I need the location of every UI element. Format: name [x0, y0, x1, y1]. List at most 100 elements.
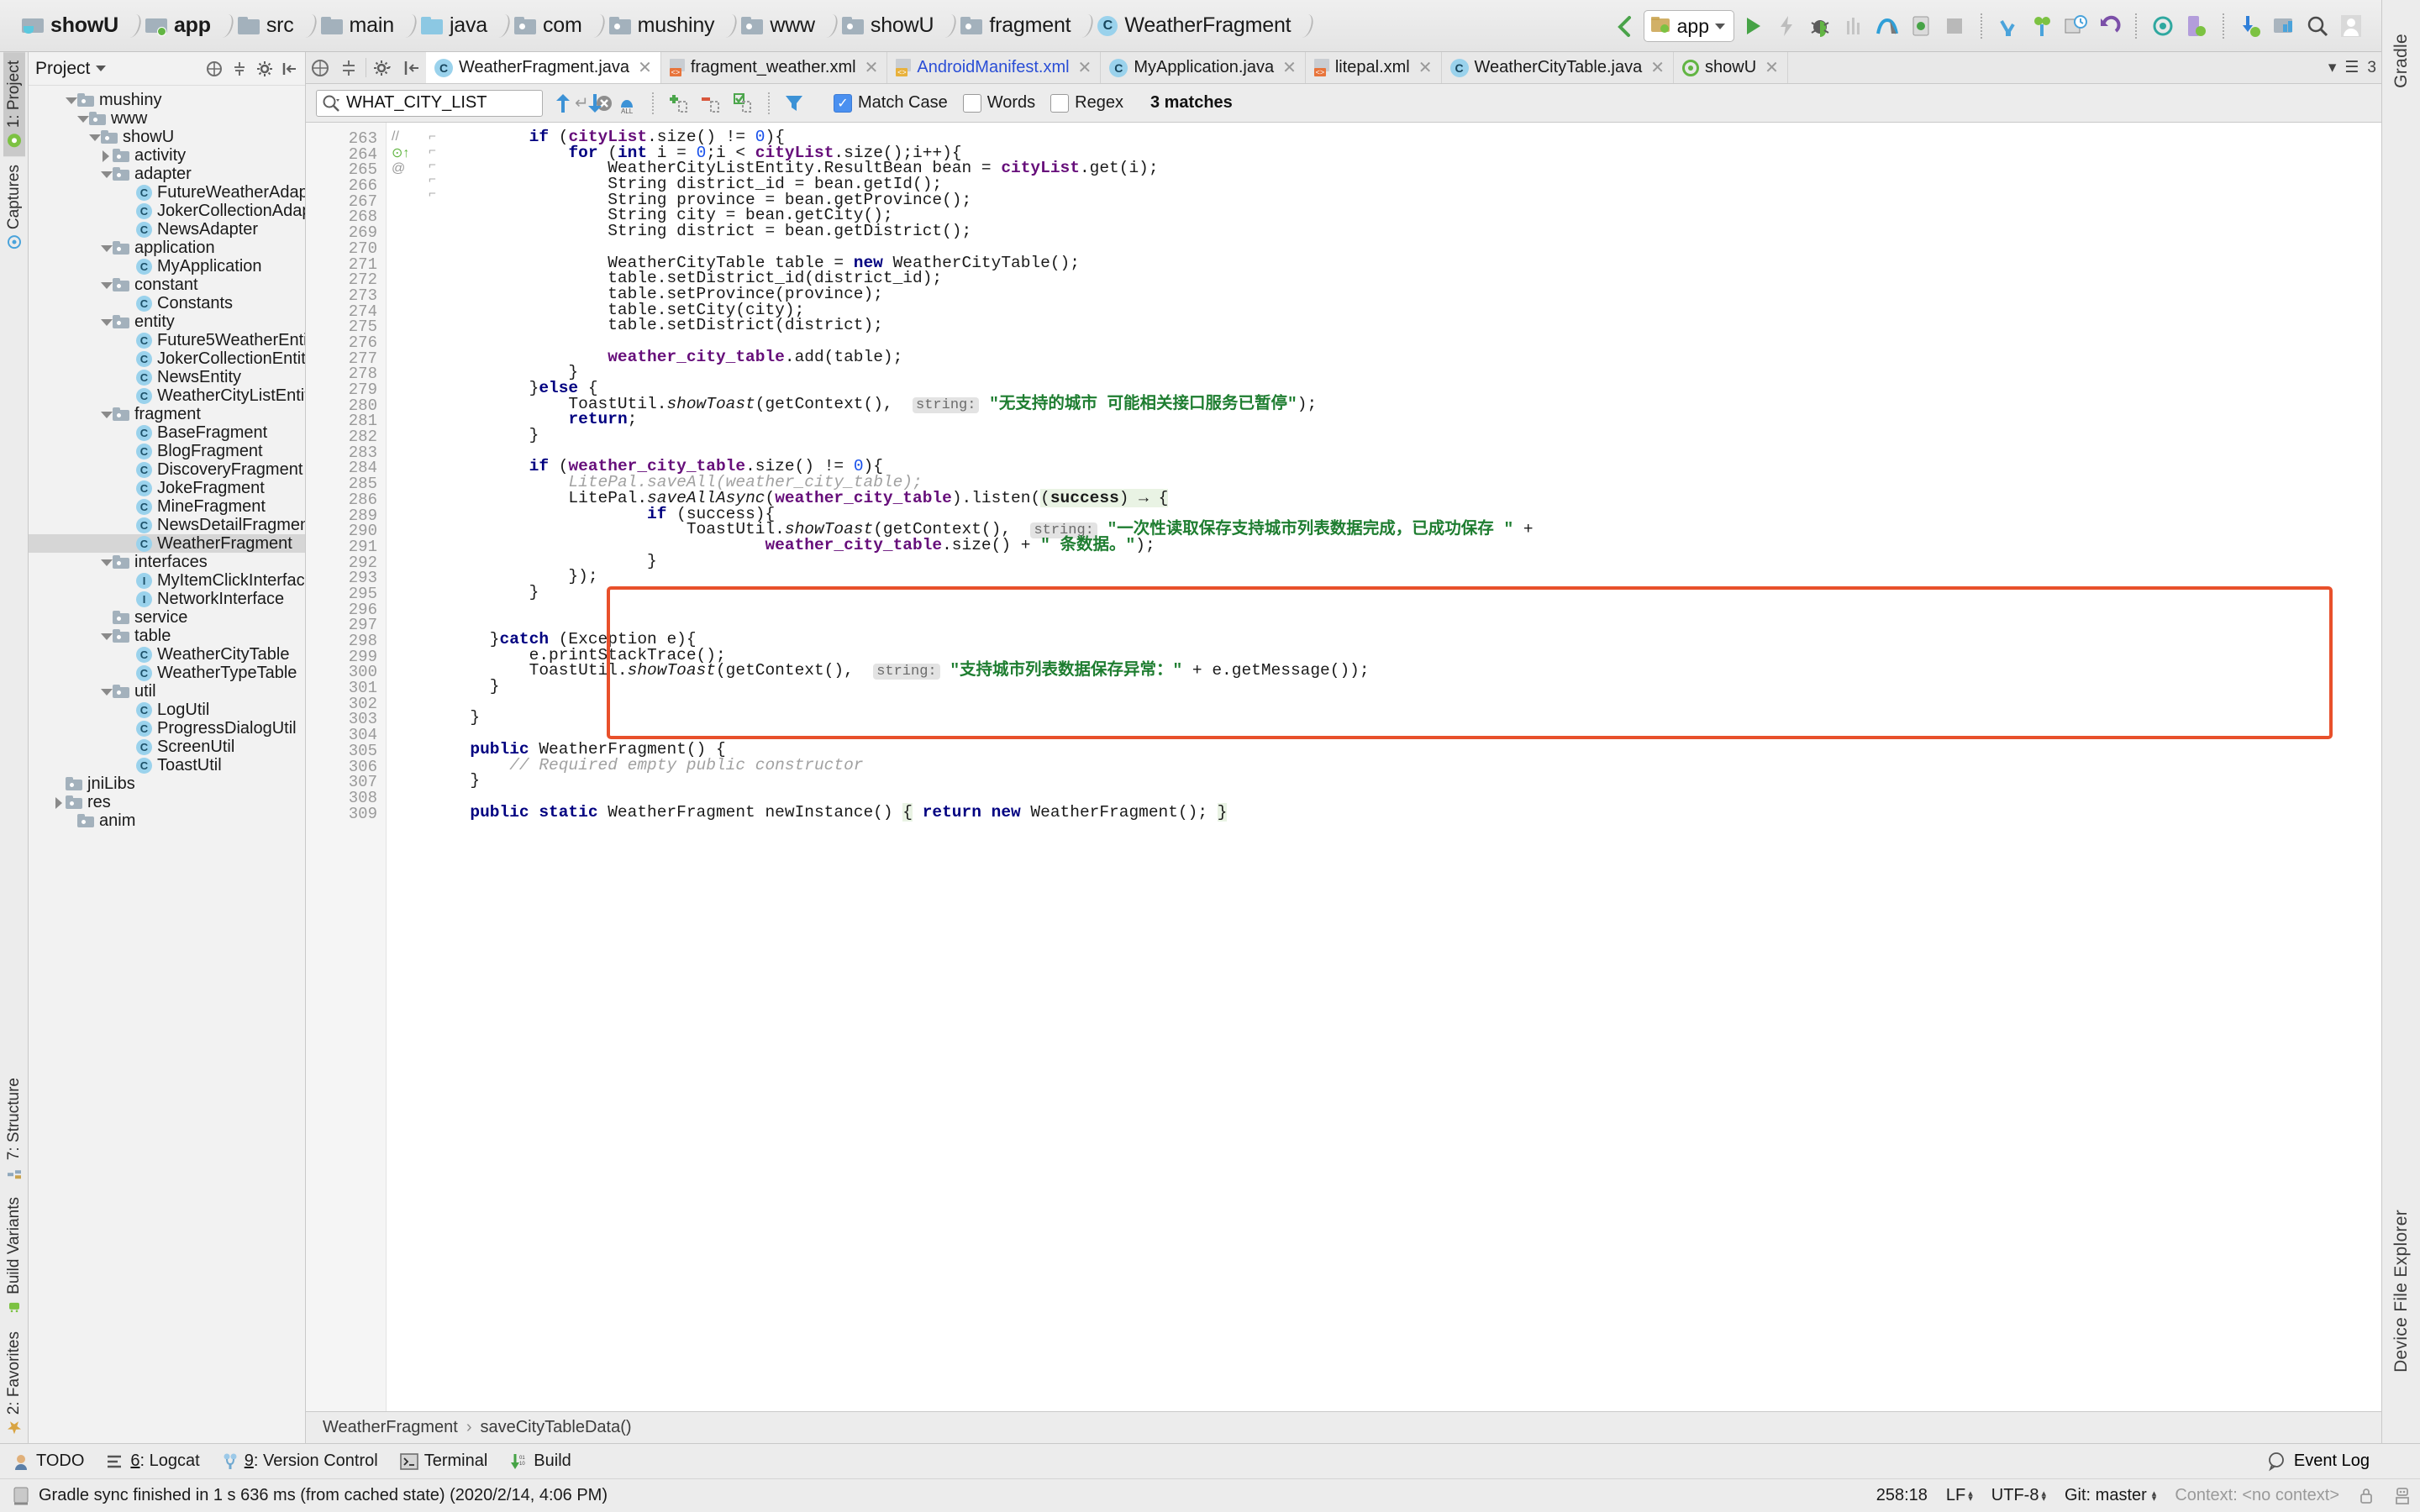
tree-item-toastutil[interactable]: C ToastUtil: [29, 756, 305, 774]
fold-marker[interactable]: ⌐: [429, 172, 447, 186]
lock-icon[interactable]: [2358, 1487, 2375, 1505]
tree-item-networkinterface[interactable]: I NetworkInterface: [29, 590, 305, 608]
code-line[interactable]: }: [447, 427, 2400, 444]
match-case-checkbox[interactable]: ✓: [834, 93, 852, 113]
code-line[interactable]: weather_city_table.size() + " 条数据。");: [447, 537, 2400, 554]
tree-item-blogfragment[interactable]: C BlogFragment: [29, 442, 305, 460]
regex-checkbox[interactable]: [1050, 93, 1070, 113]
tree-item-activity[interactable]: activity: [29, 146, 305, 165]
tree-item-jokercollectionadapter[interactable]: C JokerCollectionAdapter: [29, 202, 305, 220]
code-line[interactable]: // Required empty public constructor: [447, 757, 2400, 774]
chevron-down-icon[interactable]: [99, 167, 113, 181]
code-line[interactable]: }: [447, 710, 2400, 726]
code-line[interactable]: }: [447, 773, 2400, 789]
editor-breadcrumb-item-1[interactable]: saveCityTableData(): [480, 1418, 631, 1437]
sdk-manager-icon[interactable]: [2027, 11, 2057, 41]
tree-item-application[interactable]: application: [29, 239, 305, 257]
override-marker-icon[interactable]: @: [392, 161, 405, 176]
spinner-icon-3[interactable]: ▴ ▾: [2152, 1488, 2157, 1503]
close-icon[interactable]: ✕: [1282, 57, 1297, 78]
left-rail-tab-captures[interactable]: Captures: [3, 156, 25, 258]
fold-marker[interactable]: ⌐: [429, 186, 447, 201]
spinner-icon-2[interactable]: ▴ ▾: [2041, 1488, 2046, 1503]
gutter-marker-row[interactable]: ⊙↑: [387, 144, 429, 161]
filter-icon[interactable]: [783, 92, 807, 115]
layout-inspector-icon[interactable]: [2060, 11, 2091, 41]
editor-tab-fragment-weather-xml[interactable]: <> fragment_weather.xml ✕: [661, 52, 888, 83]
code-content[interactable]: if (cityList.size() != 0){ for (int i = …: [447, 123, 2400, 1411]
code-line[interactable]: LitePal.saveAllAsync(weather_city_table)…: [447, 488, 2400, 507]
event-log-button[interactable]: Event Log: [2267, 1452, 2370, 1472]
close-icon[interactable]: ✕: [1650, 57, 1665, 78]
tree-item-jnilibs[interactable]: jniLibs: [29, 774, 305, 793]
find-previous-icon[interactable]: [551, 92, 575, 115]
code-line[interactable]: String district = bean.getDistrict();: [447, 223, 2400, 239]
breadcrumb-item-showu[interactable]: showU: [22, 9, 118, 43]
project-structure-icon[interactable]: [2269, 11, 2299, 41]
code-line[interactable]: if (cityList.size() != 0){: [447, 129, 2400, 145]
bottom-tool-terminal[interactable]: Terminal: [399, 1452, 487, 1471]
tree-item-mushiny[interactable]: mushiny: [29, 91, 305, 109]
editor-tab-myapplication-java[interactable]: C MyApplication.java ✕: [1101, 52, 1306, 83]
code-line[interactable]: weather_city_table.add(table);: [447, 349, 2400, 365]
tree-item-progressdialogutil[interactable]: C ProgressDialogUtil: [29, 719, 305, 738]
bottom-tool-todo[interactable]: TODO: [12, 1452, 84, 1471]
tree-item-constants[interactable]: C Constants: [29, 294, 305, 312]
tree-item-newsadapter[interactable]: C NewsAdapter: [29, 220, 305, 239]
chevron-down-icon[interactable]: [99, 555, 113, 569]
run-configuration-selector[interactable]: app: [1643, 10, 1734, 42]
code-folding-column[interactable]: ⌐ ⌐ ⌐ ⌐ ⌐: [429, 123, 447, 1411]
code-line[interactable]: }: [447, 553, 2400, 570]
tree-item-weatherfragment[interactable]: C WeatherFragment: [29, 534, 305, 553]
lambda-marker-icon[interactable]: ⊙↑: [392, 146, 409, 160]
settings-sync-icon[interactable]: [306, 52, 334, 83]
code-line[interactable]: }: [447, 365, 2400, 381]
gutter-markers[interactable]: // ⊙↑ @: [387, 123, 429, 1411]
chevron-right-icon[interactable]: [52, 795, 66, 809]
apply-changes-icon[interactable]: [1771, 11, 1802, 41]
tree-item-www[interactable]: www: [29, 109, 305, 128]
tree-item-myapplication[interactable]: C MyApplication: [29, 257, 305, 276]
gutter-marker-row[interactable]: //: [387, 129, 429, 144]
tree-item-adapter[interactable]: adapter: [29, 165, 305, 183]
left-rail-tab-structure[interactable]: 7: Structure: [3, 1069, 25, 1189]
code-line[interactable]: }: [447, 678, 2400, 695]
tree-item-newsdetailfragment[interactable]: C NewsDetailFragment: [29, 516, 305, 534]
tree-item-anim[interactable]: anim: [29, 811, 305, 830]
tree-item-showu[interactable]: showU: [29, 128, 305, 146]
left-rail-tab-favorites[interactable]: 2: Favorites: [3, 1323, 25, 1443]
code-line[interactable]: String district_id = bean.getId();: [447, 176, 2400, 192]
tree-item-logutil[interactable]: C LogUtil: [29, 701, 305, 719]
close-icon[interactable]: ✕: [1418, 57, 1433, 78]
find-all-icon[interactable]: ALL: [615, 92, 639, 115]
breadcrumb-item-www[interactable]: www: [741, 9, 815, 43]
profile-icon[interactable]: [1839, 11, 1869, 41]
sync-gradle-icon[interactable]: [2148, 11, 2178, 41]
attach-debugger-icon[interactable]: [1872, 11, 1902, 41]
tree-item-weathercitylistentity[interactable]: C WeatherCityListEntity: [29, 386, 305, 405]
fold-marker[interactable]: ⌐: [429, 129, 447, 144]
account-icon[interactable]: [2336, 11, 2366, 41]
gear-icon[interactable]: [369, 52, 397, 83]
file-encoding[interactable]: UTF-8: [1991, 1486, 2039, 1505]
tree-item-discoveryfragment[interactable]: C DiscoveryFragment: [29, 460, 305, 479]
tree-item-util[interactable]: util: [29, 682, 305, 701]
editor-tab-showu[interactable]: showU ✕: [1674, 52, 1788, 83]
left-rail-tab-project[interactable]: 1: Project: [3, 52, 25, 157]
download-icon[interactable]: [2235, 11, 2265, 41]
tree-item-fragment[interactable]: fragment: [29, 405, 305, 423]
run-icon[interactable]: [1738, 11, 1768, 41]
tree-item-weathertypetable[interactable]: C WeatherTypeTable: [29, 664, 305, 682]
remove-selection-icon[interactable]: [699, 92, 723, 115]
code-line[interactable]: table.setDistrict(district);: [447, 318, 2400, 333]
breadcrumb-item-weatherfragment[interactable]: C WeatherFragment: [1097, 9, 1292, 43]
chevron-down-icon[interactable]: [87, 130, 101, 144]
code-line[interactable]: });: [447, 569, 2400, 585]
git-branch[interactable]: Git: master: [2065, 1486, 2147, 1505]
find-next-icon[interactable]: [583, 92, 607, 115]
close-icon[interactable]: ✕: [865, 57, 879, 78]
editor-breadcrumb-item-0[interactable]: WeatherFragment: [323, 1418, 458, 1437]
editor-tab-androidmanifest-xml[interactable]: <> AndroidManifest.xml ✕: [887, 52, 1102, 83]
editor-tab-weatherfragment-java[interactable]: C WeatherFragment.java ✕: [426, 52, 661, 83]
stop-icon[interactable]: [1906, 11, 1936, 41]
